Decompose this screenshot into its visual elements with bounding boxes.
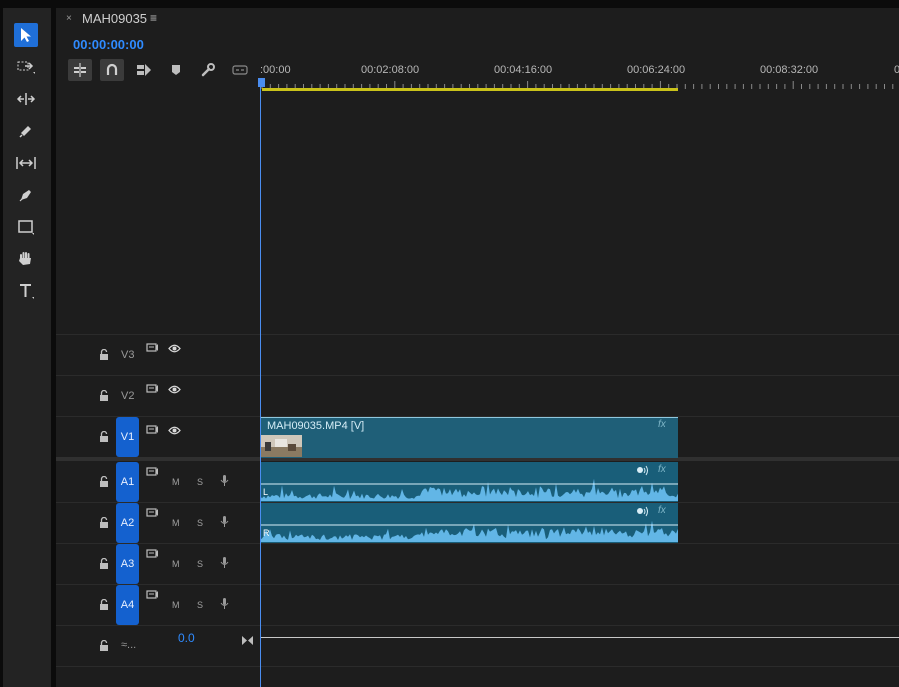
master-volume-line[interactable] [260, 637, 899, 638]
track-label-master: ≈... [121, 639, 137, 651]
track-header-a3: A3 M S [56, 543, 260, 584]
waveform-shape [260, 520, 678, 542]
solo-button[interactable]: S [197, 518, 203, 528]
ruler-label: 00:06:24:00 [627, 64, 686, 76]
track-header-a4: A4 M S [56, 584, 260, 625]
sequence-name: MAH09035 [82, 11, 148, 26]
mute-button[interactable]: M [172, 559, 180, 569]
track-header-a1: A1 M S [56, 461, 260, 502]
work-area-bar[interactable] [262, 88, 678, 91]
waveform-shape [260, 478, 678, 501]
linked-selection-icon[interactable] [132, 59, 156, 81]
ruler-label: 00:08:32:00 [760, 64, 819, 76]
captions-icon[interactable] [228, 59, 252, 81]
fx-badge: fx [658, 505, 666, 516]
slip-icon[interactable] [14, 151, 38, 175]
add-marker-icon[interactable] [164, 59, 188, 81]
mute-button[interactable]: M [172, 477, 180, 487]
track-target-a4[interactable]: A4 [116, 585, 139, 625]
microphone-icon[interactable] [218, 475, 231, 486]
track-header-a2: A2 M S [56, 502, 260, 543]
sync-lock-icon[interactable] [146, 548, 159, 559]
type-icon[interactable] [14, 279, 38, 303]
go-to-edit-point-icon[interactable] [241, 635, 254, 646]
track-header-master: ≈... [56, 625, 260, 666]
microphone-icon[interactable] [218, 598, 231, 609]
clip-name: MAH09035.MP4 [V] [267, 420, 365, 432]
track-target-v1[interactable]: V1 [116, 417, 139, 457]
timeline-tab[interactable]: × MAH09035 ≡ [56, 8, 899, 32]
solo-button[interactable]: S [197, 477, 203, 487]
audio-clip-a1[interactable]: L fx [260, 462, 678, 502]
video-clip[interactable]: MAH09035.MP4 [V] fx [260, 417, 678, 458]
microphone-icon[interactable] [218, 557, 231, 568]
audio-clip-a2[interactable]: R fx [260, 503, 678, 543]
track-target-a3[interactable]: A3 [116, 544, 139, 584]
timeline-panel: × MAH09035 ≡ 00:00:00:00 :00:00 00:02:08… [56, 8, 899, 687]
lock-icon[interactable] [98, 517, 110, 529]
fx-badge: fx [658, 419, 666, 430]
pen-icon[interactable] [14, 183, 38, 207]
speaker-icon [637, 506, 648, 517]
track-header-v1: V1 [56, 416, 260, 457]
waveform [260, 478, 678, 501]
clip-thumbnail [261, 435, 302, 457]
track-header-v2: V2 [56, 375, 260, 416]
waveform [260, 520, 678, 542]
lock-icon[interactable] [98, 349, 110, 361]
sync-lock-icon[interactable] [146, 507, 159, 518]
mute-button[interactable]: M [172, 600, 180, 610]
track-label-v3: V3 [121, 349, 135, 361]
sync-lock-icon[interactable] [146, 342, 159, 353]
lock-icon[interactable] [98, 599, 110, 611]
solo-button[interactable]: S [197, 600, 203, 610]
lock-icon[interactable] [98, 558, 110, 570]
channel-label: R [263, 528, 270, 538]
ruler-label: 00:04:16:00 [494, 64, 553, 76]
insert-nest-icon[interactable] [68, 59, 92, 81]
solo-button[interactable]: S [197, 559, 203, 569]
track-target-a2[interactable]: A2 [116, 503, 139, 543]
sync-lock-icon[interactable] [146, 383, 159, 394]
mute-button[interactable]: M [172, 518, 180, 528]
razor-icon[interactable] [14, 119, 38, 143]
eye-icon[interactable] [168, 425, 181, 436]
snap-icon[interactable] [100, 59, 124, 81]
lock-icon[interactable] [98, 640, 110, 652]
sync-lock-icon[interactable] [146, 466, 159, 477]
track-target-a1[interactable]: A1 [116, 462, 139, 502]
tab-close-button[interactable]: × [66, 13, 72, 24]
ruler-label: 0 [894, 64, 899, 76]
ruler-label: :00:00 [260, 64, 291, 76]
selection-tool-icon[interactable] [14, 23, 38, 47]
track-label-v2: V2 [121, 390, 135, 402]
fx-badge: fx [658, 464, 666, 475]
sync-lock-icon[interactable] [146, 424, 159, 435]
eye-icon[interactable] [168, 343, 181, 354]
track-header-v3: V3 [56, 334, 260, 375]
playhead-timecode[interactable]: 00:00:00:00 [73, 37, 144, 52]
ruler-label: 00:02:08:00 [361, 64, 420, 76]
ripple-edit-icon[interactable] [14, 87, 38, 111]
master-volume[interactable]: 0.0 [178, 631, 195, 645]
lock-icon[interactable] [98, 390, 110, 402]
tab-menu-icon[interactable]: ≡ [150, 11, 157, 25]
lock-icon[interactable] [98, 476, 110, 488]
microphone-icon[interactable] [218, 516, 231, 527]
lock-icon[interactable] [98, 431, 110, 443]
track-select-forward-icon[interactable] [14, 55, 38, 79]
track-separator [56, 666, 899, 667]
hand-icon[interactable] [14, 247, 38, 271]
channel-label: L [263, 487, 269, 497]
sync-lock-icon[interactable] [146, 589, 159, 600]
playhead-line[interactable] [260, 86, 261, 687]
speaker-icon [637, 465, 648, 476]
settings-wrench-icon[interactable] [196, 59, 220, 81]
tools-panel [3, 8, 51, 687]
rectangle-icon[interactable] [14, 215, 38, 239]
eye-icon[interactable] [168, 384, 181, 395]
